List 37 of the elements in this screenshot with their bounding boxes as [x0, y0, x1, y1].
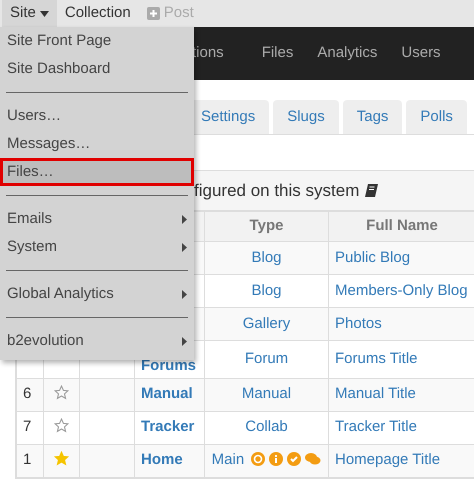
menu-item[interactable]: Emails — [0, 205, 194, 233]
row-number: 7 — [23, 418, 32, 436]
collection-type-link[interactable]: Blog — [251, 248, 282, 266]
menu-item[interactable]: b2evolution — [0, 327, 194, 355]
plus-square-icon — [146, 7, 160, 20]
star-icon[interactable] — [54, 385, 69, 400]
collection-title-link[interactable]: Photos — [335, 314, 382, 332]
row-number: 1 — [23, 451, 32, 468]
column-header: Full Name — [328, 212, 474, 242]
panel-title: figured on this system — [194, 180, 360, 202]
site-menu-button[interactable]: Site — [2, 0, 57, 27]
nav-link[interactable]: Users — [389, 42, 453, 65]
nav-link[interactable]: Analytics — [305, 42, 390, 65]
collection-type-link[interactable]: Main — [212, 451, 244, 468]
tab[interactable]: Slugs — [273, 100, 339, 134]
column-header: Type — [204, 212, 328, 242]
collection-button[interactable]: Collection — [56, 0, 139, 27]
book-icon[interactable] — [365, 184, 378, 197]
menu-item[interactable]: System — [0, 233, 194, 261]
menu-item[interactable]: Files… — [0, 158, 194, 186]
menu-item[interactable]: Global Analytics — [0, 280, 194, 308]
row-number: 6 — [23, 385, 32, 402]
submenu-arrow-icon — [182, 290, 187, 298]
submenu-arrow-icon — [182, 336, 187, 346]
nav-link[interactable]: Files — [250, 42, 306, 65]
caret-icon — [40, 10, 49, 16]
submenu-arrow-icon — [182, 214, 187, 224]
star-icon[interactable] — [54, 451, 69, 466]
menu-item[interactable]: Site Front Page — [0, 27, 194, 55]
collection-type-link[interactable]: Collab — [245, 418, 288, 436]
collection-type-link[interactable]: Forum — [244, 350, 288, 367]
collection-type-link[interactable]: Blog — [251, 282, 282, 299]
menu-item[interactable]: Site Dashboard — [0, 55, 194, 83]
star-icon[interactable] — [54, 418, 69, 434]
submenu-arrow-icon — [182, 242, 187, 252]
tab[interactable]: Polls — [406, 100, 467, 134]
tab[interactable]: Tags — [342, 100, 402, 134]
